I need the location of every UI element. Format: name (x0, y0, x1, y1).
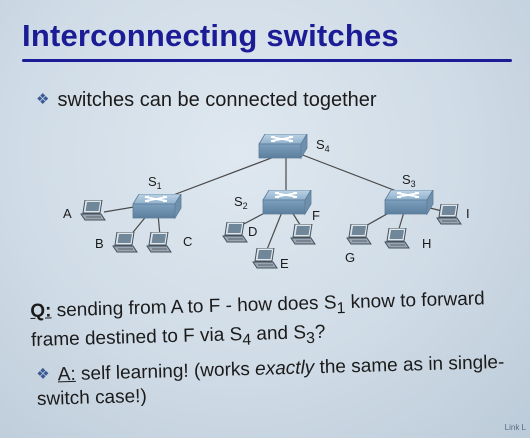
host-i-label: I (466, 206, 470, 221)
link-s4-s1 (159, 153, 283, 201)
host-e-label: E (280, 256, 289, 271)
host-b-icon (112, 232, 138, 253)
switch-s3-icon (384, 190, 434, 215)
switch-s4-label: S4 (316, 137, 330, 154)
host-g-icon (346, 224, 372, 245)
host-d-icon (222, 222, 248, 243)
slide-footer: Link L (504, 423, 526, 432)
host-f-label: F (312, 208, 320, 223)
host-c-label: C (183, 234, 192, 249)
host-b-label: B (95, 236, 104, 251)
link-s2-e (265, 211, 283, 253)
answer-marker: A: (57, 363, 77, 386)
host-g-label: G (345, 250, 355, 265)
switch-s2-icon (262, 190, 312, 215)
host-a-icon (80, 200, 106, 221)
host-a-label: A (63, 206, 72, 221)
host-e-icon (252, 248, 278, 269)
host-c-icon (146, 232, 172, 253)
link-s4-s3 (299, 153, 405, 195)
switch-s1-icon (132, 194, 182, 219)
switch-s2-label: S2 (234, 194, 248, 211)
host-h-label: H (422, 236, 431, 251)
host-f-icon (290, 224, 316, 245)
host-d-label: D (248, 224, 257, 239)
host-i-icon (436, 204, 462, 225)
question-marker: Q: (30, 300, 52, 322)
switch-s4-icon (258, 134, 308, 159)
switch-s3-label: S3 (402, 172, 416, 189)
host-h-icon (384, 228, 410, 249)
diamond-bullet-icon: ❖ (36, 365, 50, 383)
switch-s1-label: S1 (148, 174, 162, 191)
